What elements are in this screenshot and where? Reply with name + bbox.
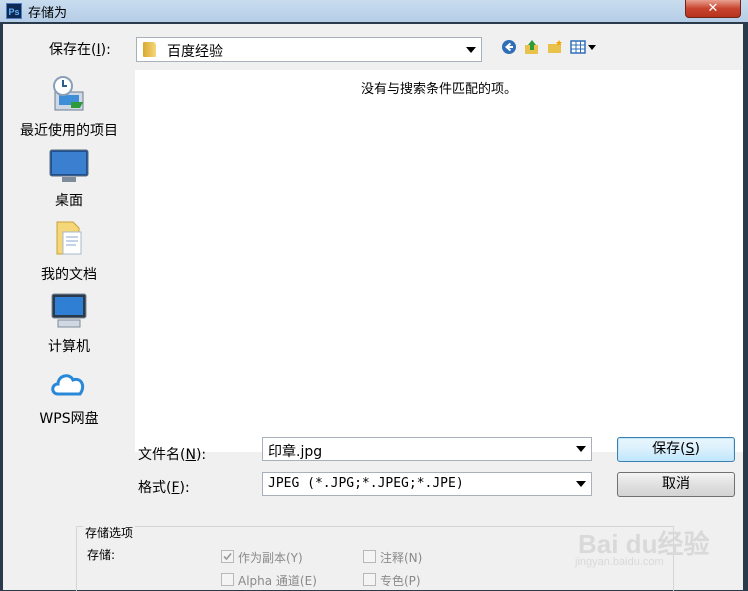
notes-label: 注释(N) [380, 551, 423, 565]
as-copy-checkbox[interactable] [221, 550, 234, 563]
save-options-title: 存储选项 [83, 524, 136, 541]
format-value: JPEG (*.JPG;*.JPEG;*.JPE) [268, 476, 464, 491]
cloud-icon [51, 374, 85, 396]
new-folder-icon[interactable] [547, 39, 563, 55]
spot-label: 专色(P) [380, 574, 421, 588]
file-list[interactable]: 没有与搜索条件匹配的项。 [135, 70, 743, 452]
places-bar: 最近使用的项目 桌面 我的文档 计算机 WPS网盘 [3, 60, 135, 516]
filename-input[interactable]: 印章.jpg [262, 437, 592, 461]
title-bar: Ps 存储为 ✕ [0, 0, 748, 22]
format-label: 格式(F): [138, 480, 190, 496]
alpha-label: Alpha 通道(E) [238, 574, 317, 588]
save-in-label: 保存在(I): [49, 42, 111, 58]
chevron-down-icon [576, 481, 586, 487]
place-wps-cloud-label: WPS网盘 [39, 411, 99, 427]
cancel-button[interactable]: 取消 [617, 472, 735, 497]
close-button[interactable]: ✕ [685, 0, 741, 18]
documents-icon [56, 221, 82, 255]
spot-checkbox[interactable] [363, 573, 376, 586]
photoshop-app-icon: Ps [6, 3, 22, 19]
chevron-down-icon [466, 46, 476, 53]
format-dropdown[interactable]: JPEG (*.JPG;*.JPEG;*.JPE) [262, 472, 592, 496]
place-documents-label: 我的文档 [41, 267, 97, 283]
place-desktop-label: 桌面 [55, 193, 83, 209]
place-wps-cloud[interactable]: WPS网盘 [3, 366, 135, 428]
alpha-checkbox[interactable] [221, 573, 234, 586]
save-label: 存储: [87, 548, 116, 562]
place-documents[interactable]: 我的文档 [3, 218, 135, 284]
view-menu-icon[interactable] [570, 39, 598, 55]
place-computer[interactable]: 计算机 [3, 292, 135, 356]
filename-label: 文件名(N): [138, 447, 207, 463]
save-in-dropdown[interactable]: 百度经验 [136, 37, 482, 62]
as-copy-label: 作为副本(Y) [238, 551, 303, 565]
current-folder-name: 百度经验 [167, 44, 223, 60]
place-desktop[interactable]: 桌面 [3, 148, 135, 210]
desktop-icon [49, 149, 89, 182]
computer-icon [51, 293, 87, 328]
checkmark-icon [223, 552, 232, 561]
window-title: 存储为 [28, 6, 68, 21]
recent-items-icon [53, 76, 84, 111]
watermark-url: jingyan.baidu.com [575, 556, 664, 568]
filename-value: 印章.jpg [268, 444, 323, 460]
place-computer-label: 计算机 [48, 339, 90, 355]
chevron-down-icon[interactable] [576, 446, 586, 452]
back-icon[interactable] [501, 39, 517, 55]
up-folder-icon[interactable] [524, 39, 540, 55]
place-recent[interactable]: 最近使用的项目 [3, 74, 135, 140]
place-recent-label: 最近使用的项目 [20, 123, 118, 139]
folder-icon [143, 42, 156, 57]
empty-list-message: 没有与搜索条件匹配的项。 [360, 82, 517, 97]
save-button[interactable]: 保存(S) [617, 437, 735, 462]
notes-checkbox[interactable] [363, 550, 376, 563]
save-as-dialog: 保存在(I): 百度经验 最近使用的项目 桌面 我的文档 计算机 WPS网盘 没… [3, 24, 743, 591]
